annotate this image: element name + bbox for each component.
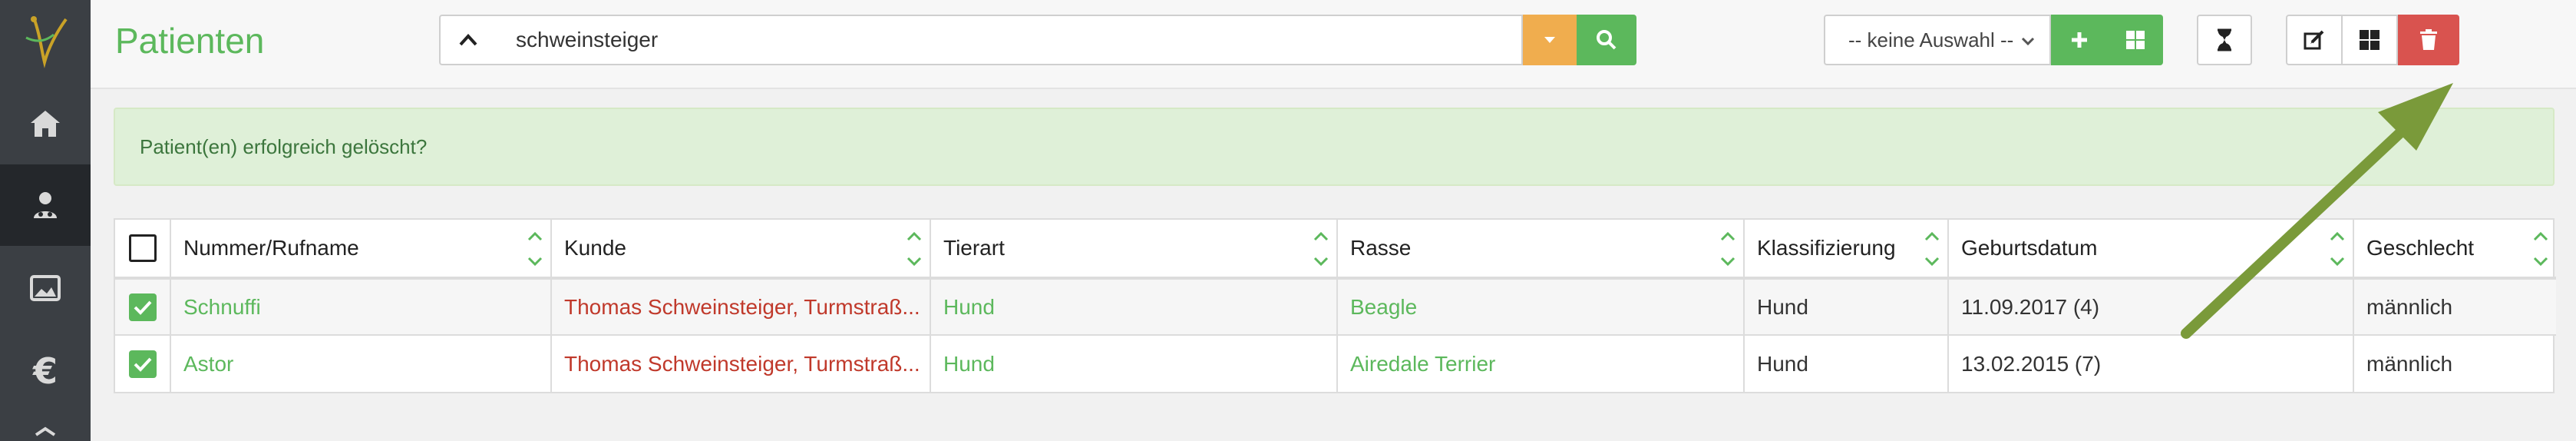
column-header[interactable]: Tierart: [930, 220, 1338, 278]
home-icon: [31, 111, 60, 137]
search-icon: [1597, 30, 1617, 50]
table-header-row: Nummer/Rufname Kunde Tierart Rasse Klass…: [115, 220, 2556, 278]
image-icon: [30, 275, 61, 301]
table-row[interactable]: Astor Thomas Schweinsteiger, Turmstraß..…: [115, 335, 2556, 392]
chevron-up-icon: [459, 34, 477, 46]
customer-link[interactable]: Thomas Schweinsteiger, Turmstraß...: [551, 278, 931, 335]
sort-icon[interactable]: [2531, 227, 2550, 270]
classification-cell: Hund: [1744, 335, 1949, 392]
sidebar-more-indicator: [0, 421, 91, 441]
species-link[interactable]: Hund: [930, 335, 1338, 392]
sex-cell: männlich: [2366, 351, 2453, 376]
plus-icon: [2072, 32, 2087, 48]
add-button[interactable]: [2051, 15, 2108, 65]
sort-icon[interactable]: [2328, 227, 2346, 270]
column-header-label: Klassifizierung: [1757, 236, 1896, 260]
edit-icon: [2304, 30, 2324, 50]
sidebar: €: [0, 0, 91, 441]
sidebar-item-patients[interactable]: [0, 164, 91, 246]
column-header-label: Geburtsdatum: [1961, 236, 2098, 260]
success-alert: Patient(en) erfolgreich gelöscht?: [114, 108, 2555, 186]
collapse-button[interactable]: [439, 15, 497, 65]
column-header[interactable]: Geschlecht: [2353, 220, 2556, 278]
patient-name-link[interactable]: Schnuffi: [170, 278, 552, 335]
grid-icon: [2126, 31, 2145, 49]
birthdate-cell: 13.02.2015 (7): [1948, 335, 2354, 392]
logo-icon[interactable]: [0, 0, 91, 80]
sex-cell: männlich: [2366, 294, 2453, 319]
table-row[interactable]: Schnuffi Thomas Schweinsteiger, Turmstra…: [115, 278, 2556, 335]
edit-button[interactable]: [2286, 15, 2343, 65]
birthdate-cell: 11.09.2017 (4): [1948, 278, 2354, 335]
chevron-down-icon: [2021, 37, 2035, 46]
column-header[interactable]: Kunde: [551, 220, 931, 278]
row-checkbox[interactable]: [128, 350, 157, 378]
alert-message: Patient(en) erfolgreich gelöscht?: [140, 134, 428, 158]
select-all-checkbox[interactable]: [128, 234, 157, 262]
customer-link[interactable]: Thomas Schweinsteiger, Turmstraß...: [551, 335, 931, 392]
sidebar-item-images[interactable]: [0, 247, 91, 329]
sidebar-item-home[interactable]: [0, 83, 91, 164]
classification-cell: Hund: [1744, 278, 1949, 335]
row-select-cell: [115, 278, 171, 335]
column-header[interactable]: Nummer/Rufname: [170, 220, 552, 278]
column-header-label: Geschlecht: [2366, 236, 2475, 260]
column-header[interactable]: Klassifizierung: [1744, 220, 1949, 278]
check-icon: [134, 357, 151, 372]
breed-link[interactable]: Beagle: [1337, 278, 1745, 335]
select-all-cell: [115, 220, 171, 278]
column-header-label: Tierart: [943, 236, 1005, 260]
sort-icon[interactable]: [1719, 227, 1737, 270]
sort-icon[interactable]: [1312, 227, 1330, 270]
row-checkbox[interactable]: [128, 293, 157, 321]
column-header-label: Rasse: [1350, 236, 1412, 260]
row-select-cell: [115, 335, 171, 392]
column-header[interactable]: Geburtsdatum: [1948, 220, 2354, 278]
patients-icon: [34, 192, 57, 218]
selection-dropdown-value: -- keine Auswahl --: [1848, 28, 2014, 51]
grid-icon: [2360, 30, 2379, 50]
euro-icon: €: [32, 350, 58, 392]
sidebar-item-finance[interactable]: €: [0, 330, 91, 412]
grid-view-button[interactable]: [2341, 15, 2398, 65]
species-link[interactable]: Hund: [930, 278, 1338, 335]
sort-icon[interactable]: [526, 227, 544, 270]
hourglass-icon: [2218, 28, 2231, 51]
trash-icon: [2420, 29, 2437, 50]
search-input[interactable]: [496, 15, 1523, 65]
app-window: € Patienten -- keine Auswahl --: [0, 0, 2576, 441]
page-title: Patienten: [115, 21, 265, 61]
patients-table: Nummer/Rufname Kunde Tierart Rasse Klass…: [114, 218, 2556, 393]
caret-down-icon: [1544, 37, 1555, 43]
search-options-button[interactable]: [1523, 15, 1577, 65]
delete-button[interactable]: [2398, 15, 2459, 65]
patient-name-link[interactable]: Astor: [170, 335, 552, 392]
sort-icon[interactable]: [905, 227, 923, 270]
selection-dropdown[interactable]: -- keine Auswahl --: [1824, 15, 2051, 65]
sort-icon[interactable]: [1923, 227, 1941, 270]
check-icon: [134, 300, 151, 315]
column-header[interactable]: Rasse: [1337, 220, 1745, 278]
column-header-label: Nummer/Rufname: [183, 236, 359, 260]
breed-link[interactable]: Airedale Terrier: [1337, 335, 1745, 392]
grid-add-button[interactable]: [2108, 15, 2163, 65]
history-button[interactable]: [2197, 15, 2252, 65]
search-button[interactable]: [1577, 15, 1636, 65]
column-header-label: Kunde: [564, 236, 626, 260]
